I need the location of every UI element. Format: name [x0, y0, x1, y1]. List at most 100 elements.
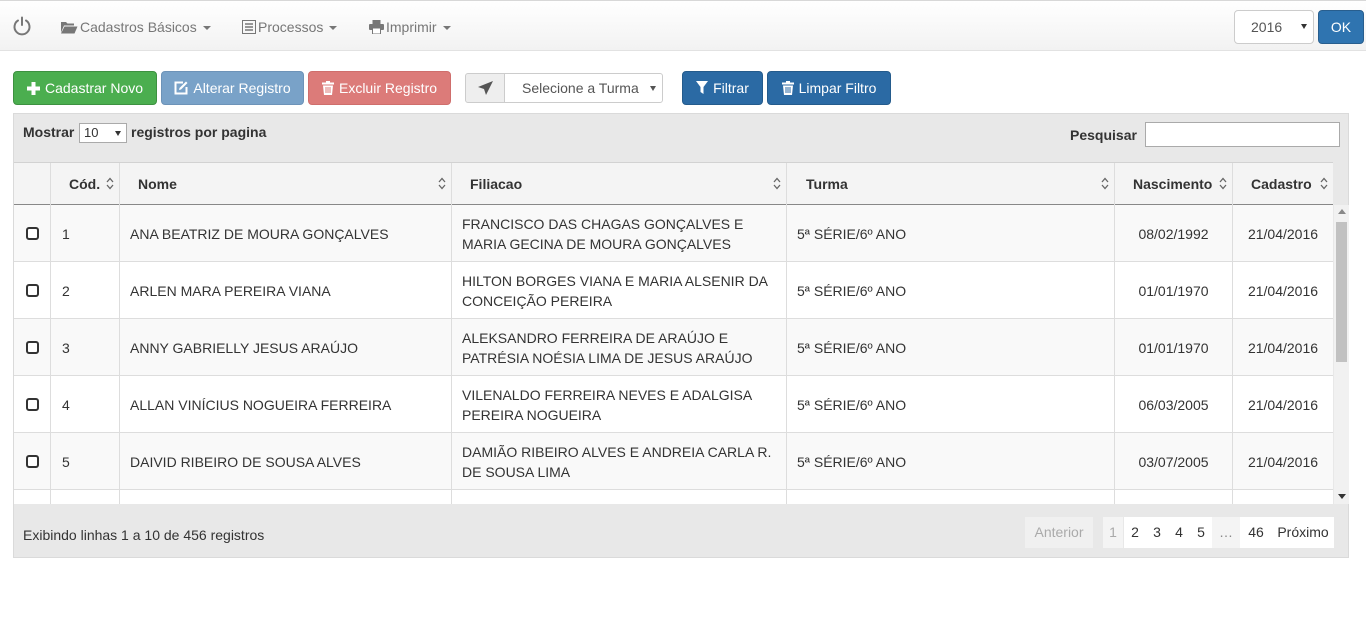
column-header-select	[14, 163, 51, 205]
menu-imprimir[interactable]: Imprimir	[369, 17, 451, 37]
table-row[interactable]: 2 ARLEN MARA PEREIRA VIANA HILTON BORGES…	[14, 262, 1333, 319]
turma-cell	[787, 490, 1115, 504]
cadastro-cell: 21/04/2016	[1233, 433, 1333, 490]
sort-icon	[1219, 177, 1227, 190]
plus-icon	[26, 81, 40, 95]
turma-cell: 5ª SÉRIE/6º ANO	[787, 433, 1115, 490]
trash-icon	[321, 81, 334, 95]
nascimento-value: 06/03/2005	[1138, 396, 1209, 413]
cod-cell	[51, 490, 120, 504]
cod-value: 2	[62, 282, 70, 299]
pagination-page-5[interactable]: 5	[1190, 517, 1212, 548]
column-header-label: Cadastro	[1251, 176, 1312, 192]
table-row[interactable]: 4 ALLAN VINÍCIUS NOGUEIRA FERREIRA VILEN…	[14, 376, 1333, 433]
cod-value: 4	[62, 396, 70, 413]
nome-value: ARLEN MARA PEREIRA VIANA	[130, 282, 331, 299]
cadastrar-novo-button[interactable]: Cadastrar Novo	[13, 71, 157, 105]
filiacao-line: CONCEIÇÃO PEREIRA	[462, 292, 613, 309]
pagination-page-3[interactable]: 3	[1146, 517, 1168, 548]
row-checkbox[interactable]	[25, 341, 39, 354]
turma-value: 5ª SÉRIE/6º ANO	[797, 396, 907, 413]
nome-cell: ANA BEATRIZ DE MOURA GONÇALVES	[120, 205, 452, 262]
cadastro-value: 21/04/2016	[1247, 396, 1319, 413]
year-select[interactable]: 2016	[1234, 10, 1314, 44]
table-info: Exibindo linhas 1 a 10 de 456 registros	[23, 527, 265, 543]
pagination-page-1[interactable]: 1	[1103, 517, 1123, 548]
per-page-label: registros por pagina	[131, 124, 267, 140]
menu-cadastros-basicos[interactable]: Cadastros Básicos	[61, 17, 211, 37]
filiacao-cell: DAMIÃO RIBEIRO ALVES E ANDREIA CARLA R. D…	[452, 433, 787, 490]
filiacao-value: HILTON BORGES VIANA E MARIA ALSENIR DA CO…	[462, 271, 768, 311]
scroll-thumb[interactable]	[1336, 222, 1347, 362]
scroll-down-arrow-icon[interactable]	[1338, 494, 1346, 499]
nascimento-value: 03/07/2005	[1138, 453, 1209, 470]
cod-value: 5	[62, 453, 70, 470]
caret-down-icon	[442, 26, 451, 30]
print-icon	[369, 20, 384, 34]
cod-value: 1	[62, 225, 70, 242]
sort-icon	[1320, 177, 1328, 190]
scroll-up-arrow-icon[interactable]	[1338, 209, 1346, 214]
column-header-label: Cód.	[69, 176, 101, 192]
turma-value: 5ª SÉRIE/6º ANO	[797, 225, 907, 242]
power-icon[interactable]	[12, 16, 32, 36]
row-checkbox[interactable]	[25, 398, 39, 411]
pagination-page-last[interactable]: 46	[1240, 517, 1272, 548]
table-row[interactable]	[14, 490, 1333, 504]
excluir-registro-button[interactable]: Excluir Registro	[308, 71, 451, 105]
page-length-select[interactable]: 10	[79, 123, 127, 143]
cod-value: 3	[62, 339, 70, 356]
column-header-filiacao[interactable]: Filiacao	[452, 163, 787, 205]
search-input[interactable]	[1145, 122, 1340, 147]
filiacao-value: DAMIÃO RIBEIRO ALVES E ANDREIA CARLA R. D…	[462, 442, 771, 482]
table-scrollbar[interactable]	[1334, 205, 1349, 504]
table-header: Cód. Nome Filiacao Turma Nascimento Cada…	[14, 162, 1333, 205]
table-body: 1 ANA BEATRIZ DE MOURA GONÇALVES FRANCIS…	[14, 205, 1333, 504]
turma-addon	[465, 73, 505, 103]
nome-value: ANNY GABRIELLY JESUS ARAÚJO	[130, 339, 358, 356]
menu-label: Processos	[258, 19, 324, 35]
nascimento-cell	[1115, 490, 1233, 504]
pagination-previous[interactable]: Anterior	[1025, 517, 1093, 548]
cadastro-cell: 21/04/2016	[1233, 205, 1333, 262]
column-header-nome[interactable]: Nome	[120, 163, 452, 205]
filiacao-cell	[452, 490, 787, 504]
turma-select[interactable]: Selecione a Turma	[504, 73, 663, 103]
row-checkbox[interactable]	[25, 284, 39, 297]
pagination-page-4[interactable]: 4	[1168, 517, 1190, 548]
pagination-next[interactable]: Próximo	[1272, 517, 1334, 548]
row-checkbox[interactable]	[25, 455, 39, 468]
pagination-page-2[interactable]: 2	[1124, 517, 1146, 548]
column-header-cadastro[interactable]: Cadastro	[1233, 163, 1333, 205]
filiacao-cell: FRANCISCO DAS CHAGAS GONÇALVES E MARIA GE…	[452, 205, 787, 262]
table-row[interactable]: 3 ANNY GABRIELLY JESUS ARAÚJO ALEKSANDRO…	[14, 319, 1333, 376]
table-row[interactable]: 5 DAIVID RIBEIRO DE SOUSA ALVES DAMIÃO R…	[14, 433, 1333, 490]
column-header-cod[interactable]: Cód.	[51, 163, 120, 205]
column-header-label: Nascimento	[1133, 176, 1213, 192]
send-icon	[477, 81, 493, 95]
list-icon	[242, 20, 256, 34]
cadastro-value: 21/04/2016	[1247, 339, 1319, 356]
nascimento-cell: 03/07/2005	[1115, 433, 1233, 490]
pagination-ellipsis: …	[1212, 517, 1240, 548]
table-row[interactable]: 1 ANA BEATRIZ DE MOURA GONÇALVES FRANCIS…	[14, 205, 1333, 262]
filtrar-button[interactable]: Filtrar	[682, 71, 763, 105]
menu-processos[interactable]: Processos	[242, 17, 338, 37]
alterar-registro-button[interactable]: Alterar Registro	[161, 71, 304, 105]
cadastro-value: 21/04/2016	[1247, 282, 1319, 299]
ok-button[interactable]: OK	[1318, 10, 1364, 44]
folder-open-icon	[61, 21, 78, 33]
limpar-filtro-button[interactable]: Limpar Filtro	[767, 71, 891, 105]
select-arrow-icon	[1301, 24, 1307, 29]
year-value: 2016	[1251, 19, 1283, 35]
row-checkbox-cell	[14, 490, 51, 504]
nome-cell	[120, 490, 452, 504]
sort-icon	[106, 177, 114, 190]
column-header-turma[interactable]: Turma	[787, 163, 1115, 205]
column-header-nascimento[interactable]: Nascimento	[1115, 163, 1233, 205]
filiacao-line: HILTON BORGES VIANA E MARIA ALSENIR DA	[462, 272, 769, 289]
button-label: Filtrar	[713, 80, 749, 96]
cod-cell: 1	[51, 205, 120, 262]
row-checkbox[interactable]	[25, 227, 39, 240]
nome-cell: ARLEN MARA PEREIRA VIANA	[120, 262, 452, 319]
